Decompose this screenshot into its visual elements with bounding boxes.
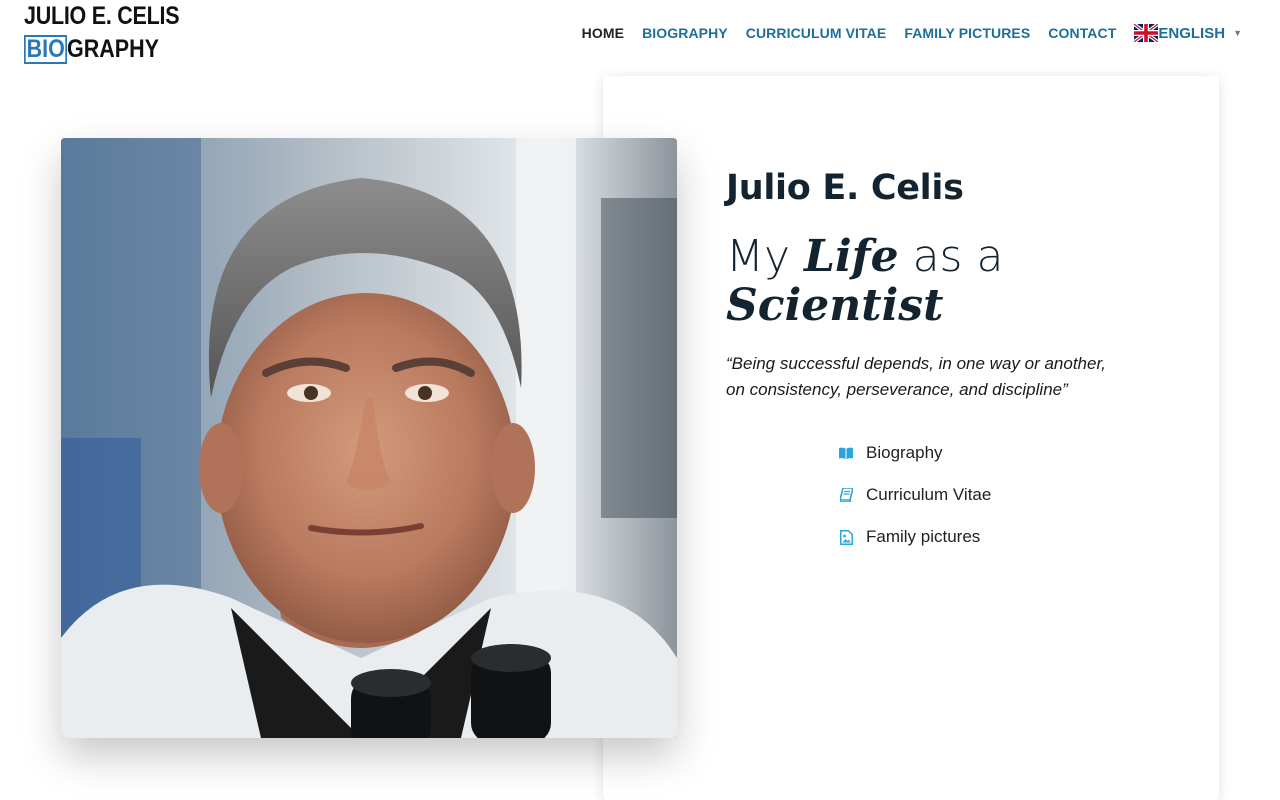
page-title: Julio E. Celis [726, 168, 964, 208]
chevron-down-icon: ▼ [1233, 28, 1242, 38]
quick-links: Biography Curriculum Vitae Family pictur… [838, 432, 991, 558]
headline-life: Life [804, 231, 899, 282]
link-curriculum-vitae[interactable]: Curriculum Vitae [838, 474, 991, 516]
logo-graphy: GRAPHY [67, 35, 160, 63]
portrait-illustration [61, 138, 677, 738]
book-open-icon [838, 445, 854, 461]
nav-contact[interactable]: CONTACT [1048, 25, 1116, 41]
nav-biography[interactable]: BIOGRAPHY [642, 25, 728, 41]
book-icon [838, 487, 854, 503]
quote-text: “Being successful depends, in one way or… [726, 354, 1106, 399]
logo-bio-box: BIO [24, 35, 68, 64]
language-label: ENGLISH [1158, 24, 1226, 42]
link-biography[interactable]: Biography [838, 432, 991, 474]
logo-line-name: JULIO E. CELIS [24, 2, 180, 30]
link-family-pictures[interactable]: Family pictures [838, 516, 991, 558]
headline-part-2: as a [898, 231, 1004, 282]
headline: My Life as a Scientist [726, 232, 1146, 330]
link-cv-label: Curriculum Vitae [866, 485, 992, 504]
uk-flag-icon [1134, 24, 1159, 42]
nav-family-pictures[interactable]: FAMILY PICTURES [904, 25, 1030, 41]
language-selector[interactable]: ENGLISH ▼ [1134, 24, 1242, 42]
link-family-pictures-label: Family pictures [866, 527, 981, 546]
site-logo[interactable]: JULIO E. CELIS BIO GRAPHY [24, 2, 180, 64]
headline-part-1: My [726, 231, 804, 282]
image-file-icon [838, 529, 854, 545]
nav-home[interactable]: HOME [582, 25, 624, 41]
portrait-photo [61, 138, 677, 738]
main-nav: HOME BIOGRAPHY CURRICULUM VITAE FAMILY P… [564, 22, 1242, 44]
nav-curriculum-vitae[interactable]: CURRICULUM VITAE [746, 25, 887, 41]
headline-scientist: Scientist [726, 280, 944, 331]
link-biography-label: Biography [866, 443, 943, 462]
logo-line-biography: BIO GRAPHY [24, 35, 174, 64]
